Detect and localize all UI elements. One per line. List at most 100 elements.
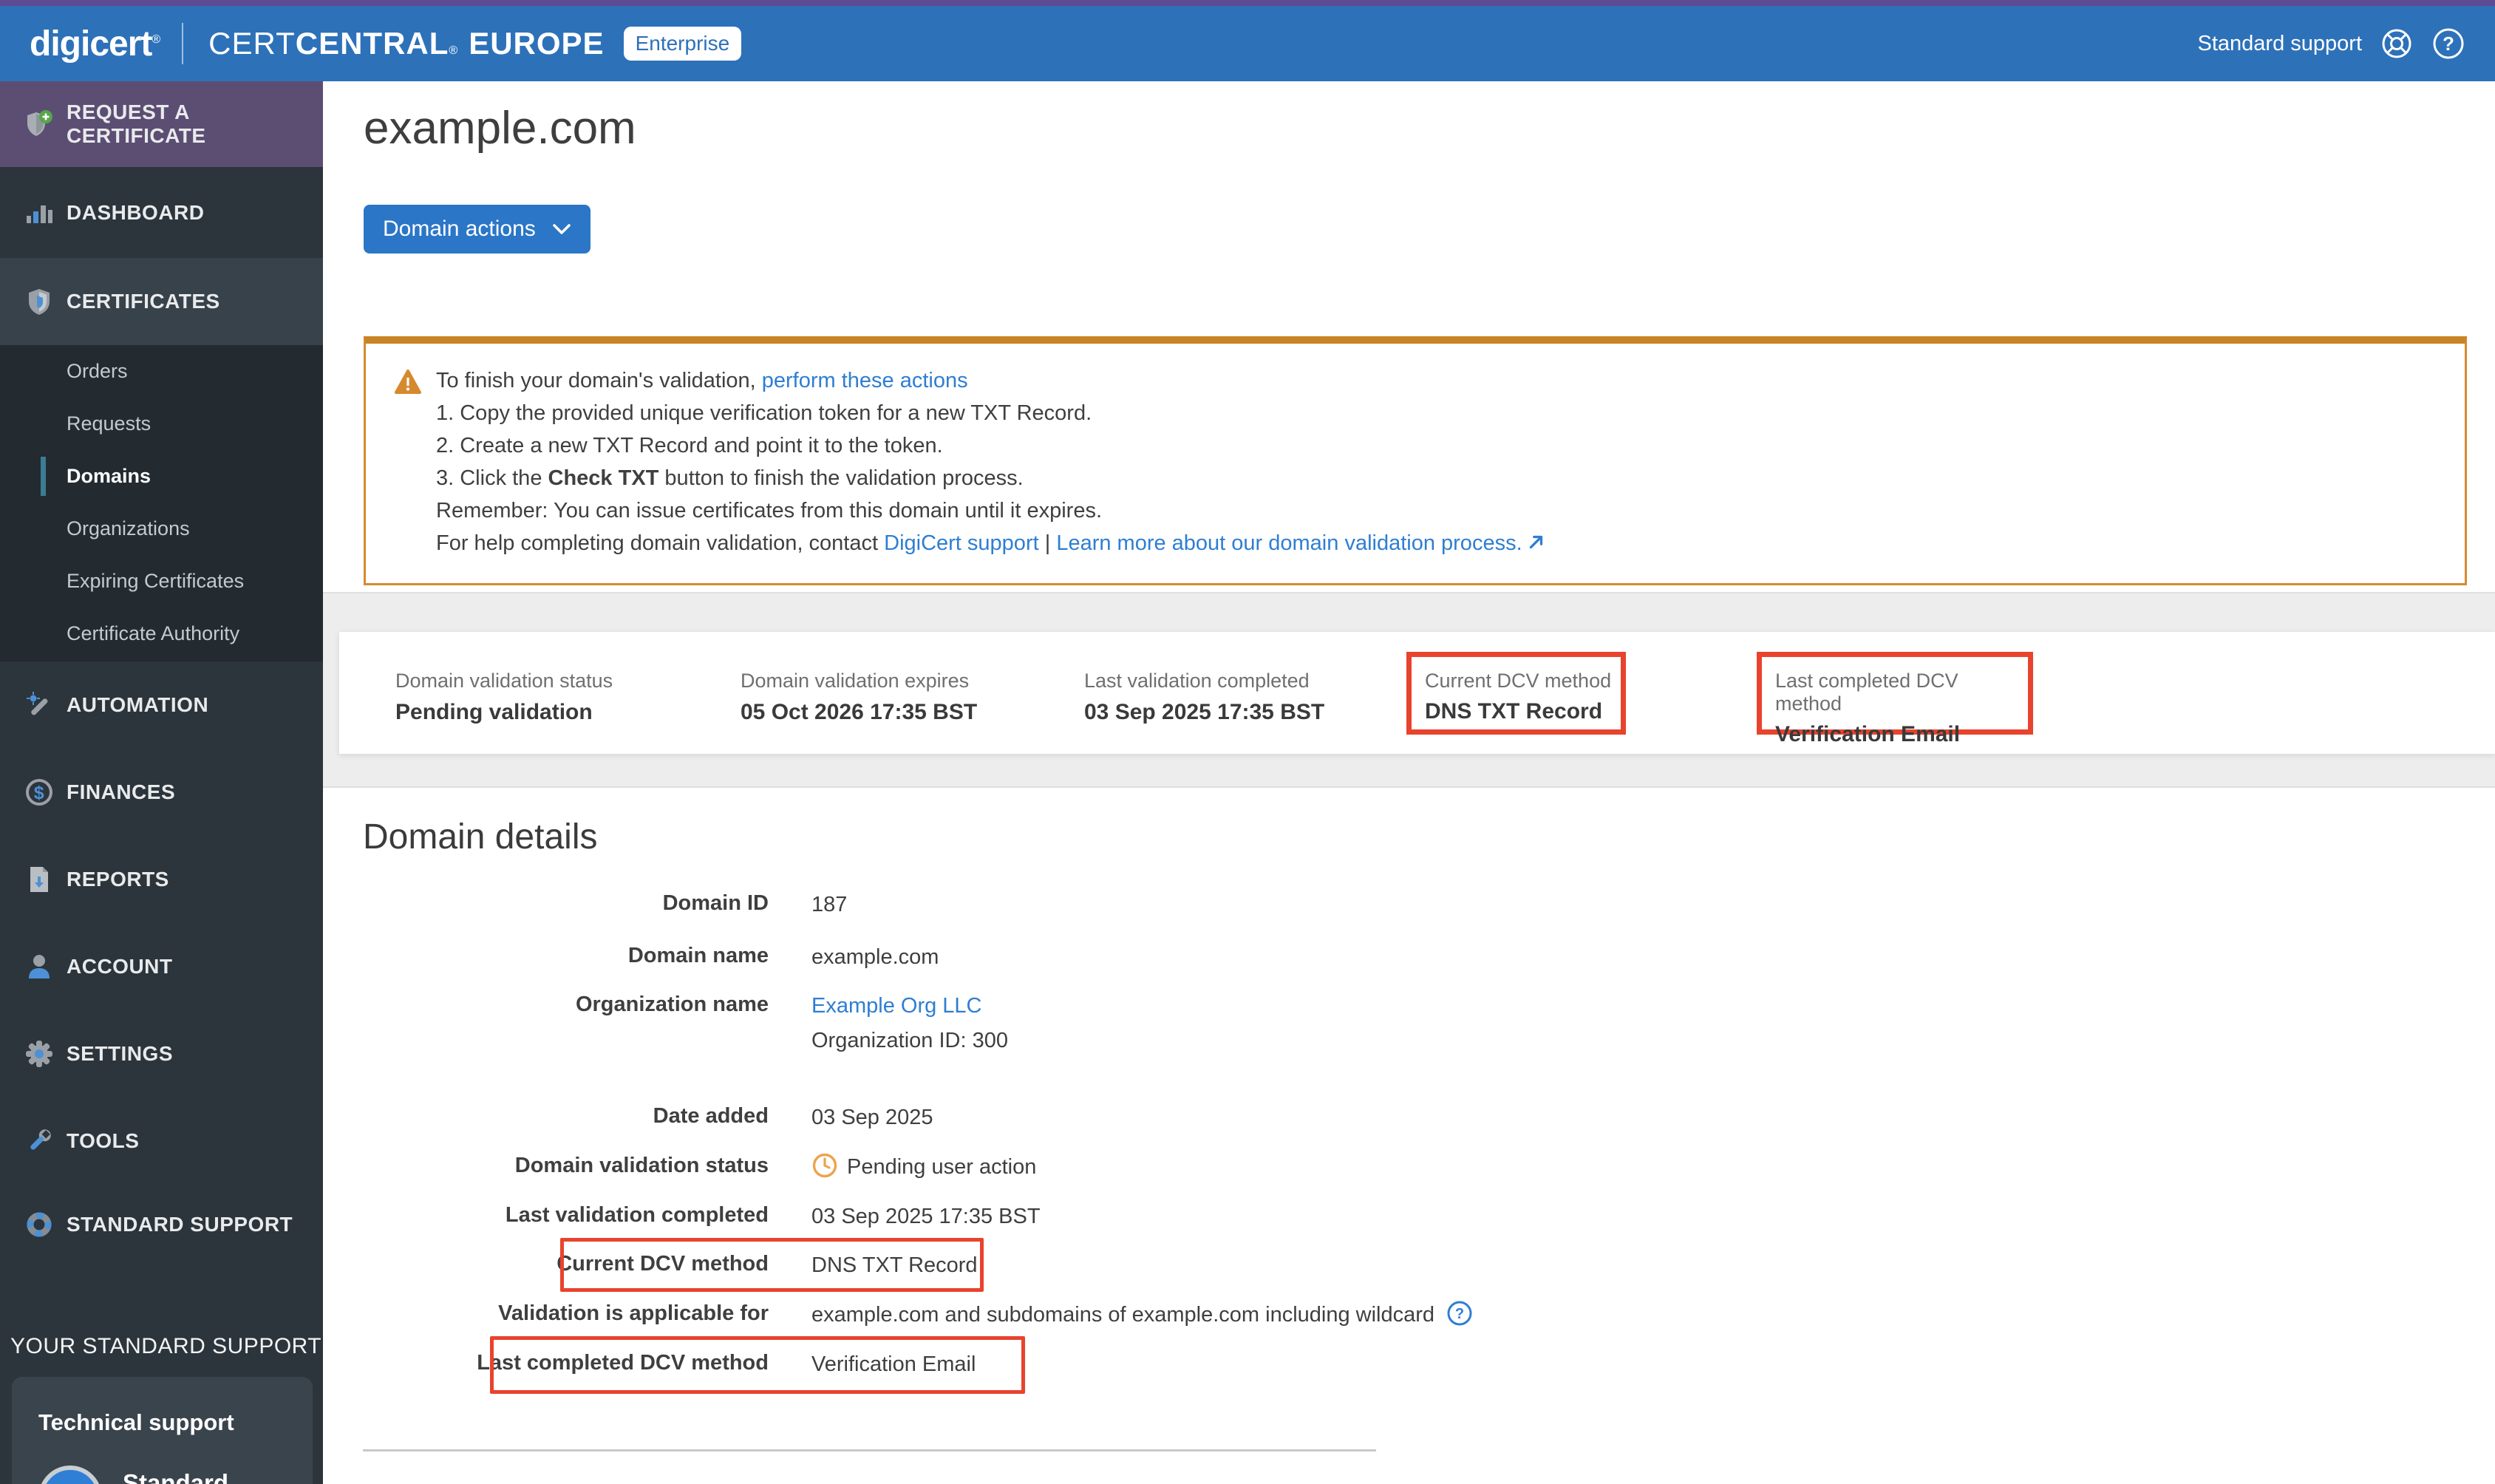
sidebar-item-domains[interactable]: Domains bbox=[0, 450, 323, 503]
detail-label: Validation is applicable for bbox=[498, 1301, 769, 1325]
detail-label: Last validation completed bbox=[505, 1203, 769, 1227]
warning-step-3-post: button to finish the validation process. bbox=[658, 466, 1024, 490]
sidebar-label: Domains bbox=[67, 465, 152, 487]
warning-remember-line: Remember: You can issue certificates fro… bbox=[436, 499, 1103, 523]
sidebar-item-dashboard[interactable]: DASHBOARD bbox=[0, 167, 323, 258]
sidebar-label: STANDARD SUPPORT bbox=[67, 1213, 293, 1236]
shield-icon bbox=[29, 289, 50, 315]
domain-actions-label: Domain actions bbox=[383, 217, 536, 241]
detail-value: Verification Email bbox=[811, 1351, 976, 1378]
sidebar-item-standard-support[interactable]: STANDARD SUPPORT bbox=[0, 1185, 323, 1265]
detail-label: Current DCV method bbox=[556, 1252, 769, 1276]
warning-step-3-pre: 3. Click the bbox=[436, 466, 548, 490]
sidebar-item-organizations[interactable]: Organizations bbox=[0, 503, 323, 555]
product-central: CENTRAL bbox=[295, 26, 449, 61]
warning-step-1: 1. Copy the provided unique verification… bbox=[436, 401, 1092, 425]
digicert-support-link[interactable]: DigiCert support bbox=[884, 531, 1039, 555]
browser-top-strip bbox=[0, 0, 2495, 6]
section-divider bbox=[363, 1449, 1376, 1451]
sidebar-item-tools[interactable]: TOOLS bbox=[0, 1097, 323, 1185]
detail-label: Date added bbox=[653, 1104, 769, 1128]
detail-label: Domain name bbox=[627, 944, 769, 967]
detail-value-text: 03 Sep 2025 17:35 BST bbox=[811, 1205, 1041, 1228]
status-band: Domain validation status Pending validat… bbox=[323, 592, 2495, 788]
svg-text:$: $ bbox=[34, 783, 44, 803]
annotation-box-current-dcv: Current DCV method DNS TXT Record bbox=[1406, 652, 1626, 735]
perform-actions-link[interactable]: perform these actions bbox=[762, 369, 968, 392]
detail-label: Domain ID bbox=[662, 891, 769, 915]
app-header: digicert® CERT CENTRAL ® EUROPE Enterprise … bbox=[0, 6, 2495, 81]
sidebar-item-certificate-authority[interactable]: Certificate Authority bbox=[0, 607, 323, 660]
external-link-icon bbox=[1529, 535, 1542, 549]
detail-value: DNS TXT Record bbox=[811, 1252, 978, 1279]
svg-text:?: ? bbox=[2443, 33, 2454, 55]
status-col-validation-status: Domain validation status Pending validat… bbox=[395, 670, 613, 725]
digicert-logo[interactable]: digicert® bbox=[30, 24, 160, 64]
main-content: example.com Domain actions To finish you… bbox=[323, 81, 2495, 1484]
dollar-coin-icon: $ bbox=[26, 779, 52, 806]
gear-icon bbox=[26, 1041, 52, 1067]
detail-row-applicable-for: Validation is applicable for example.com… bbox=[323, 1301, 1949, 1328]
detail-row-last-validation: Last validation completed 03 Sep 2025 17… bbox=[323, 1203, 1949, 1230]
warning-intro-line: To finish your domain's validation, perf… bbox=[436, 364, 1546, 397]
detail-value-text: Pending user action bbox=[847, 1155, 1037, 1179]
sidebar-item-requests[interactable]: Requests bbox=[0, 398, 323, 450]
header-divider bbox=[182, 23, 184, 64]
domain-actions-button[interactable]: Domain actions bbox=[364, 205, 590, 253]
magic-wand-icon bbox=[27, 692, 48, 715]
learn-more-link[interactable]: Learn more about our domain validation p… bbox=[1056, 531, 1522, 555]
status-label: Domain validation expires bbox=[741, 670, 970, 692]
tech-support-subtitle: Standard support bbox=[123, 1469, 229, 1484]
detail-label: Domain validation status bbox=[514, 1154, 769, 1177]
sidebar-label: REQUEST A CERTIFICATE bbox=[67, 101, 206, 147]
tech-support-title: Technical support bbox=[38, 1409, 234, 1435]
detail-label: Last completed DCV method bbox=[477, 1351, 769, 1375]
page-title: example.com bbox=[364, 103, 636, 154]
help-icon[interactable]: ? bbox=[2431, 27, 2465, 61]
status-label: Current DCV method bbox=[1425, 670, 1612, 692]
sidebar-item-reports[interactable]: REPORTS bbox=[0, 836, 323, 923]
product-title: CERT CENTRAL ® EUROPE bbox=[208, 26, 604, 61]
sidebar-label: AUTOMATION bbox=[67, 693, 209, 716]
status-value: 05 Oct 2026 17:35 BST bbox=[741, 700, 978, 724]
sidebar-item-expiring-certificates[interactable]: Expiring Certificates bbox=[0, 555, 323, 607]
detail-value-text: Verification Email bbox=[811, 1352, 976, 1376]
sidebar-label: SETTINGS bbox=[67, 1042, 174, 1065]
detail-label: Organization name bbox=[575, 993, 769, 1016]
product-region: EUROPE bbox=[469, 26, 605, 61]
sidebar-item-automation[interactable]: AUTOMATION bbox=[0, 661, 323, 749]
warning-text-block: To finish your domain's validation, perf… bbox=[436, 364, 1546, 583]
detail-value: Example Org LLC Organization ID: 300 bbox=[811, 993, 1008, 1053]
status-label: Domain validation status bbox=[395, 670, 613, 692]
sidebar-item-account[interactable]: ACCOUNT bbox=[0, 923, 323, 1010]
sidebar-item-request-certificate[interactable]: REQUEST A CERTIFICATE bbox=[0, 81, 323, 167]
standard-support-label[interactable]: Standard support bbox=[2198, 32, 2362, 56]
detail-row-current-dcv: Current DCV method DNS TXT Record bbox=[323, 1252, 1949, 1279]
clock-pending-icon bbox=[812, 1153, 837, 1178]
sidebar-item-certificates[interactable]: CERTIFICATES bbox=[0, 258, 323, 345]
sidebar-label: CERTIFICATES bbox=[67, 290, 220, 313]
logo-text: digicert bbox=[30, 24, 152, 64]
help-icon[interactable]: ? bbox=[1446, 1300, 1473, 1327]
sidebar-label: ACCOUNT bbox=[67, 955, 173, 978]
detail-row-date-added: Date added 03 Sep 2025 bbox=[323, 1104, 1949, 1131]
technical-support-card[interactable]: Technical support Standard support bbox=[12, 1377, 313, 1484]
sidebar-item-settings[interactable]: SETTINGS bbox=[0, 1010, 323, 1097]
validation-warning-panel: To finish your domain's validation, perf… bbox=[364, 336, 2467, 585]
svg-text:?: ? bbox=[1455, 1306, 1464, 1322]
sidebar-label: Requests bbox=[67, 412, 152, 435]
active-indicator-bar bbox=[41, 457, 46, 496]
detail-row-organization: Organization name Example Org LLC Organi… bbox=[323, 993, 1949, 1053]
sidebar: REQUEST A CERTIFICATE DASHBOARD CERTIFIC… bbox=[0, 81, 323, 1484]
life-preserver-icon bbox=[27, 1212, 52, 1237]
certificates-submenu: Orders Requests Domains Organizations Ex… bbox=[0, 345, 323, 661]
life-preserver-icon[interactable] bbox=[2380, 27, 2414, 61]
status-value: DNS TXT Record bbox=[1425, 699, 1603, 724]
sidebar-item-orders[interactable]: Orders bbox=[0, 345, 323, 398]
your-support-heading: YOUR STANDARD SUPPORT bbox=[10, 1334, 322, 1358]
organization-link[interactable]: Example Org LLC bbox=[811, 994, 982, 1018]
status-value: Pending validation bbox=[395, 700, 593, 724]
detail-value-text: 03 Sep 2025 bbox=[811, 1106, 933, 1129]
bar-chart-icon bbox=[27, 205, 52, 223]
sidebar-item-finances[interactable]: $ FINANCES bbox=[0, 749, 323, 836]
